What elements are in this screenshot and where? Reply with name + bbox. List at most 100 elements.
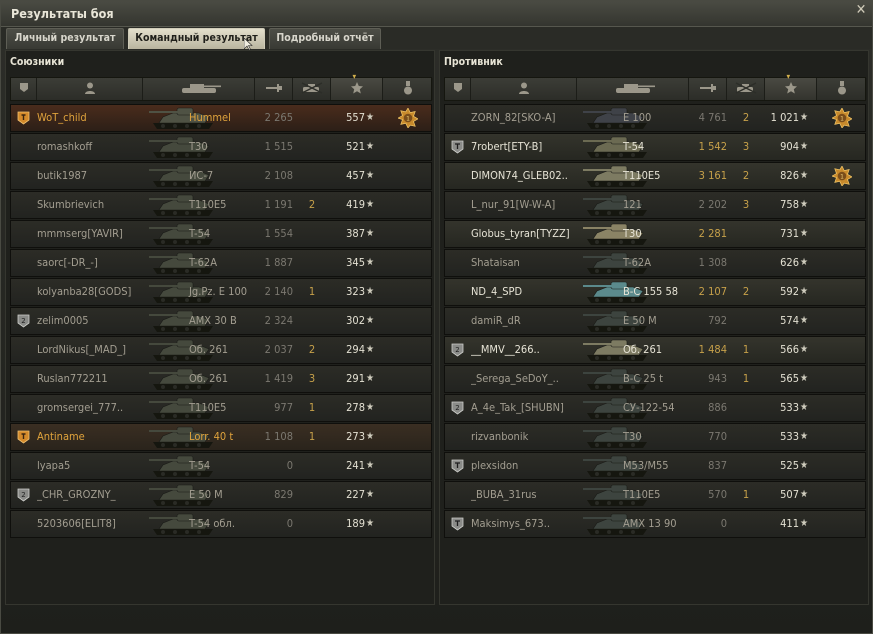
- xp-star-icon: ★: [366, 460, 375, 471]
- player-name: L_nur_91[W-W-A]: [471, 198, 556, 211]
- xp-column-header[interactable]: ▾: [765, 72, 817, 100]
- player-name: kolyanba28[GODS]: [37, 285, 132, 298]
- xp-column-icon: [350, 81, 363, 97]
- damage-value: 1 554: [264, 227, 293, 240]
- medal-column-header[interactable]: [817, 78, 867, 100]
- medal-column-header[interactable]: [383, 78, 433, 100]
- player-row[interactable]: WoT_child Hummel 2 265 557 ★ 1: [10, 104, 432, 132]
- vehicle-name: Об. 261: [623, 343, 663, 356]
- player-row[interactable]: romashkoff T30 1 515 521 ★: [10, 133, 432, 161]
- damage-value: 1 108: [264, 430, 293, 443]
- svg-text:1: 1: [406, 116, 410, 123]
- vehicle-name: T-54: [623, 140, 645, 153]
- damage-value: 1 191: [264, 198, 293, 211]
- kills-value: [293, 221, 331, 247]
- vehicle-name: B-C 155 58: [623, 285, 679, 298]
- player-row[interactable]: 7robert[ETY-B] T-54 1 542 3 904 ★: [444, 133, 866, 161]
- tab-personal-result[interactable]: Личный результат: [6, 28, 124, 49]
- kills-value: 2: [742, 169, 750, 182]
- damage-value: 1 484: [698, 343, 727, 356]
- player-row[interactable]: Skumbrievich T110E5 1 191 2 419 ★: [10, 191, 432, 219]
- close-icon[interactable]: ✕: [854, 3, 868, 17]
- vehicle-name: AMX 30 B: [189, 314, 237, 327]
- tab-detailed-report[interactable]: Подробный отчёт: [269, 28, 381, 49]
- player-row[interactable]: rizvanbonik T30 770 533 ★: [444, 423, 866, 451]
- vehicle-name: T110E5: [623, 169, 661, 182]
- kills-column-header[interactable]: [293, 78, 331, 100]
- xp-star-icon: ★: [366, 344, 375, 355]
- vehicle-column-header[interactable]: [143, 78, 255, 100]
- player-name: Maksimys_673..: [471, 517, 551, 530]
- allies-panel: Союзники ▾ WoT_child Hummel 2 265 557 ★ 1 roma…: [5, 50, 435, 605]
- damage-value: 2 281: [698, 227, 727, 240]
- platoon-badge-icon: [17, 111, 30, 125]
- player-column-header[interactable]: [37, 78, 143, 100]
- damage-value: 0: [286, 517, 293, 530]
- player-row[interactable]: gromsergei_777.. T110E5 977 1 278 ★: [10, 394, 432, 422]
- vehicle-column-header[interactable]: [577, 78, 689, 100]
- kills-column-header[interactable]: [727, 78, 765, 100]
- player-column-header[interactable]: [471, 78, 577, 100]
- player-row[interactable]: butik1987 ИС-7 2 108 457 ★: [10, 162, 432, 190]
- player-row[interactable]: Shataisan T-62A 1 308 626 ★: [444, 249, 866, 277]
- kills-value: 2: [308, 198, 316, 211]
- damage-value: 2 140: [264, 285, 293, 298]
- player-row[interactable]: Globus_tyran[TYZZ] T30 2 281 731 ★: [444, 220, 866, 248]
- kills-value: 1: [742, 488, 750, 501]
- player-row[interactable]: ZORN_82[SKO-A] E 100 4 761 2 1 021 ★ 1: [444, 104, 866, 132]
- allies-column-header: ▾: [10, 72, 433, 101]
- player-row[interactable]: L_nur_91[W-W-A] 121 2 202 3 758 ★: [444, 191, 866, 219]
- xp-star-icon: ★: [366, 228, 375, 239]
- player-name: zelim0005: [37, 314, 89, 327]
- player-row[interactable]: _BUBA_31rus T110E5 570 1 507 ★: [444, 481, 866, 509]
- player-row[interactable]: 2 A_4e_Tak_[SHUBN] СУ-122-54 886 533 ★: [444, 394, 866, 422]
- badge-column-header[interactable]: [445, 78, 471, 100]
- player-name: _CHR_GROZNY_: [37, 488, 116, 501]
- medal-icon[interactable]: 1: [831, 165, 853, 187]
- vehicle-name: M53/M55: [623, 459, 669, 472]
- player-row[interactable]: damiR_dR E 50 M 792 574 ★: [444, 307, 866, 335]
- player-row[interactable]: ND_4_SPD B-C 155 58 2 107 2 592 ★: [444, 278, 866, 306]
- damage-value: 3 161: [698, 169, 727, 182]
- player-row[interactable]: 2 zelim0005 AMX 30 B2 324 302 ★: [10, 307, 432, 335]
- kills-value: [293, 250, 331, 276]
- medal-column-icon: [403, 80, 413, 98]
- damage-value: 943: [708, 372, 727, 385]
- damage-value: 2 324: [264, 314, 293, 327]
- damage-column-header[interactable]: [255, 78, 293, 100]
- platoon-badge-icon: [451, 459, 464, 473]
- player-row[interactable]: 2 _CHR_GROZNY_ E 50 M 829 227 ★: [10, 481, 432, 509]
- player-row[interactable]: kolyanba28[GODS] Jg.Pz. E 100 2 140 1 323 ★: [10, 278, 432, 306]
- damage-value: 1 308: [698, 256, 727, 269]
- player-name: romashkoff: [37, 140, 93, 153]
- player-row[interactable]: saorc[-DR_-] T-62A 1 887 345 ★: [10, 249, 432, 277]
- damage-value: 886: [708, 401, 727, 414]
- player-row[interactable]: mmmserg[YAVIR] T-54 1 554 387 ★: [10, 220, 432, 248]
- player-row[interactable]: Maksimys_673.. AMX 13 90 0 411 ★: [444, 510, 866, 538]
- kills-value: [727, 308, 765, 334]
- xp-star-icon: ★: [366, 286, 375, 297]
- player-row[interactable]: lyapa5 T-54 0 241 ★: [10, 452, 432, 480]
- player-row[interactable]: LordNikus[_MAD_] Об. 261 2 037 2 294 ★: [10, 336, 432, 364]
- platoon-badge-icon: 2: [17, 314, 30, 328]
- xp-star-icon: ★: [800, 518, 809, 529]
- kills-value: [727, 395, 765, 421]
- xp-column-header[interactable]: ▾: [331, 72, 383, 100]
- badge-column-header[interactable]: [11, 78, 37, 100]
- medal-icon[interactable]: 1: [397, 107, 419, 129]
- medal-icon[interactable]: 1: [831, 107, 853, 129]
- damage-column-header[interactable]: [689, 78, 727, 100]
- player-name: Shataisan: [471, 256, 520, 269]
- player-row[interactable]: 5203606[ELIT8] T-54 обл. 0 189 ★: [10, 510, 432, 538]
- player-row[interactable]: Antiname Lorr. 40 t1 108 1 273 ★: [10, 423, 432, 451]
- player-name: butik1987: [37, 169, 88, 182]
- player-row[interactable]: 2 __MMV__266.. Об. 261 1 484 1 566 ★: [444, 336, 866, 364]
- kills-value: 2: [308, 343, 316, 356]
- player-row[interactable]: _Serega_SeDoY_.. B-C 25 t 943 1 565 ★: [444, 365, 866, 393]
- svg-text:1: 1: [840, 116, 844, 123]
- xp-star-icon: ★: [800, 460, 809, 471]
- player-row[interactable]: plexsidon M53/M55 837 525 ★: [444, 452, 866, 480]
- xp-star-icon: ★: [800, 112, 809, 123]
- player-row[interactable]: Ruslan772211 Об. 261 1 419 3 291 ★: [10, 365, 432, 393]
- player-row[interactable]: DIMON74_GLEB02.. T110E5 3 161 2 826 ★ 1: [444, 162, 866, 190]
